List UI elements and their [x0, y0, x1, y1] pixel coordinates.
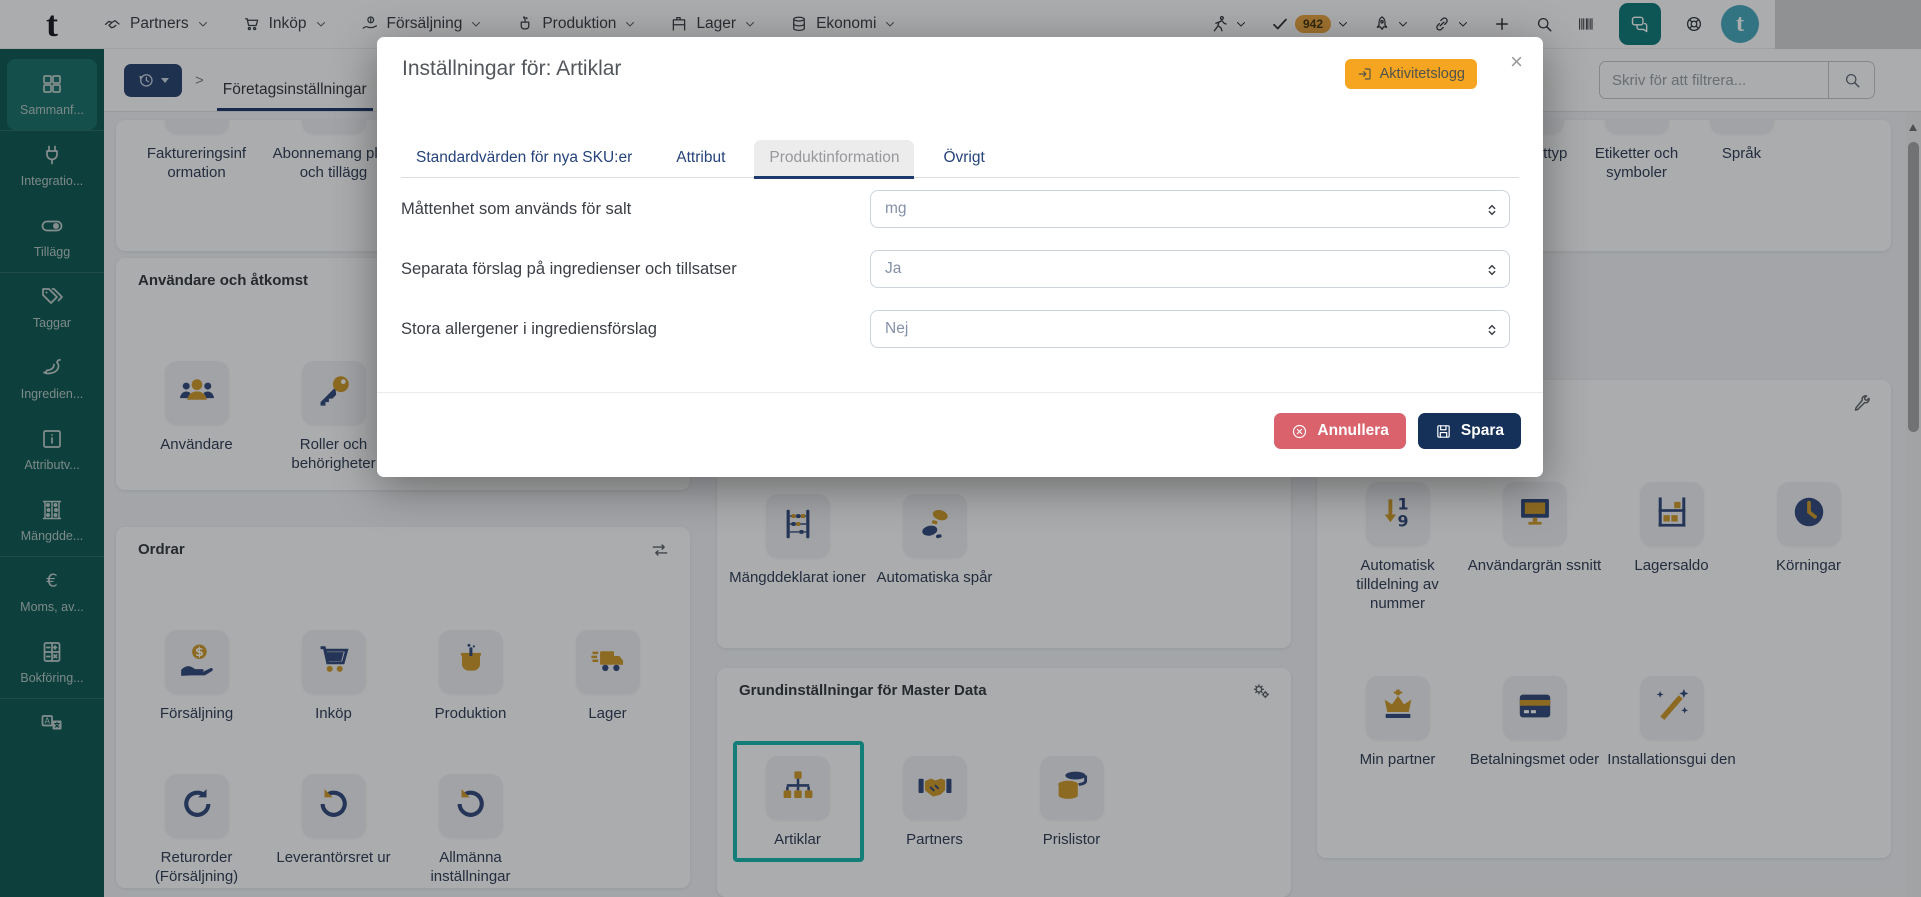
tab-standardvärden-för-nya-sku-er[interactable]: Standardvärden för nya SKU:er: [401, 140, 647, 177]
cancel-label: Annullera: [1317, 422, 1388, 440]
field-label: Måttenhet som används för salt: [401, 200, 870, 219]
activity-log-icon: [1357, 66, 1373, 82]
modal-form: Måttenhet som används för salt mg Separata…: [401, 190, 1510, 370]
activity-log-label: Aktivitetslogg: [1380, 66, 1465, 82]
tab-attribut[interactable]: Attribut: [661, 140, 740, 177]
form-row: Måttenhet som används för salt mg: [401, 190, 1510, 228]
save-label: Spara: [1461, 422, 1504, 440]
modal-footer: Annullera Spara: [1274, 413, 1521, 449]
form-row: Separata förslag på ingredienser och til…: [401, 250, 1510, 288]
select-stepper-icon: [1484, 319, 1500, 346]
field-label: Stora allergener i ingrediensförslag: [401, 320, 870, 339]
footer-divider: [377, 392, 1543, 393]
select-value: Nej: [885, 320, 908, 338]
select-stepper-icon: [1484, 259, 1500, 286]
circle-x-icon: [1291, 423, 1308, 440]
save-button[interactable]: Spara: [1418, 413, 1521, 449]
close-icon[interactable]: ×: [1510, 49, 1523, 75]
select-stepper-icon: [1484, 199, 1500, 226]
form-row: Stora allergener i ingrediensförslag Nej: [401, 310, 1510, 348]
select-value: Ja: [885, 260, 901, 278]
settings-modal: Inställningar för: Artiklar Aktivitetslo…: [377, 37, 1543, 477]
modal-tabs: Standardvärden för nya SKU:er Attribut Pro…: [401, 140, 1519, 178]
select-måttenhet-som-används-för-salt[interactable]: mg: [870, 190, 1510, 228]
select-stora-allergener-i-ingrediensförslag[interactable]: Nej: [870, 310, 1510, 348]
field-label: Separata förslag på ingredienser och til…: [401, 260, 870, 279]
cancel-button[interactable]: Annullera: [1274, 413, 1405, 449]
tab-övrigt[interactable]: Övrigt: [928, 140, 999, 177]
tab-produktinformation[interactable]: Produktinformation: [754, 140, 914, 179]
select-value: mg: [885, 200, 907, 218]
activity-log-button[interactable]: Aktivitetslogg: [1345, 59, 1477, 89]
select-separata-förslag-på-ingredienser-och-tillsatser[interactable]: Ja: [870, 250, 1510, 288]
modal-title: Inställningar för: Artiklar: [402, 57, 621, 81]
floppy-disk-icon: [1435, 423, 1452, 440]
